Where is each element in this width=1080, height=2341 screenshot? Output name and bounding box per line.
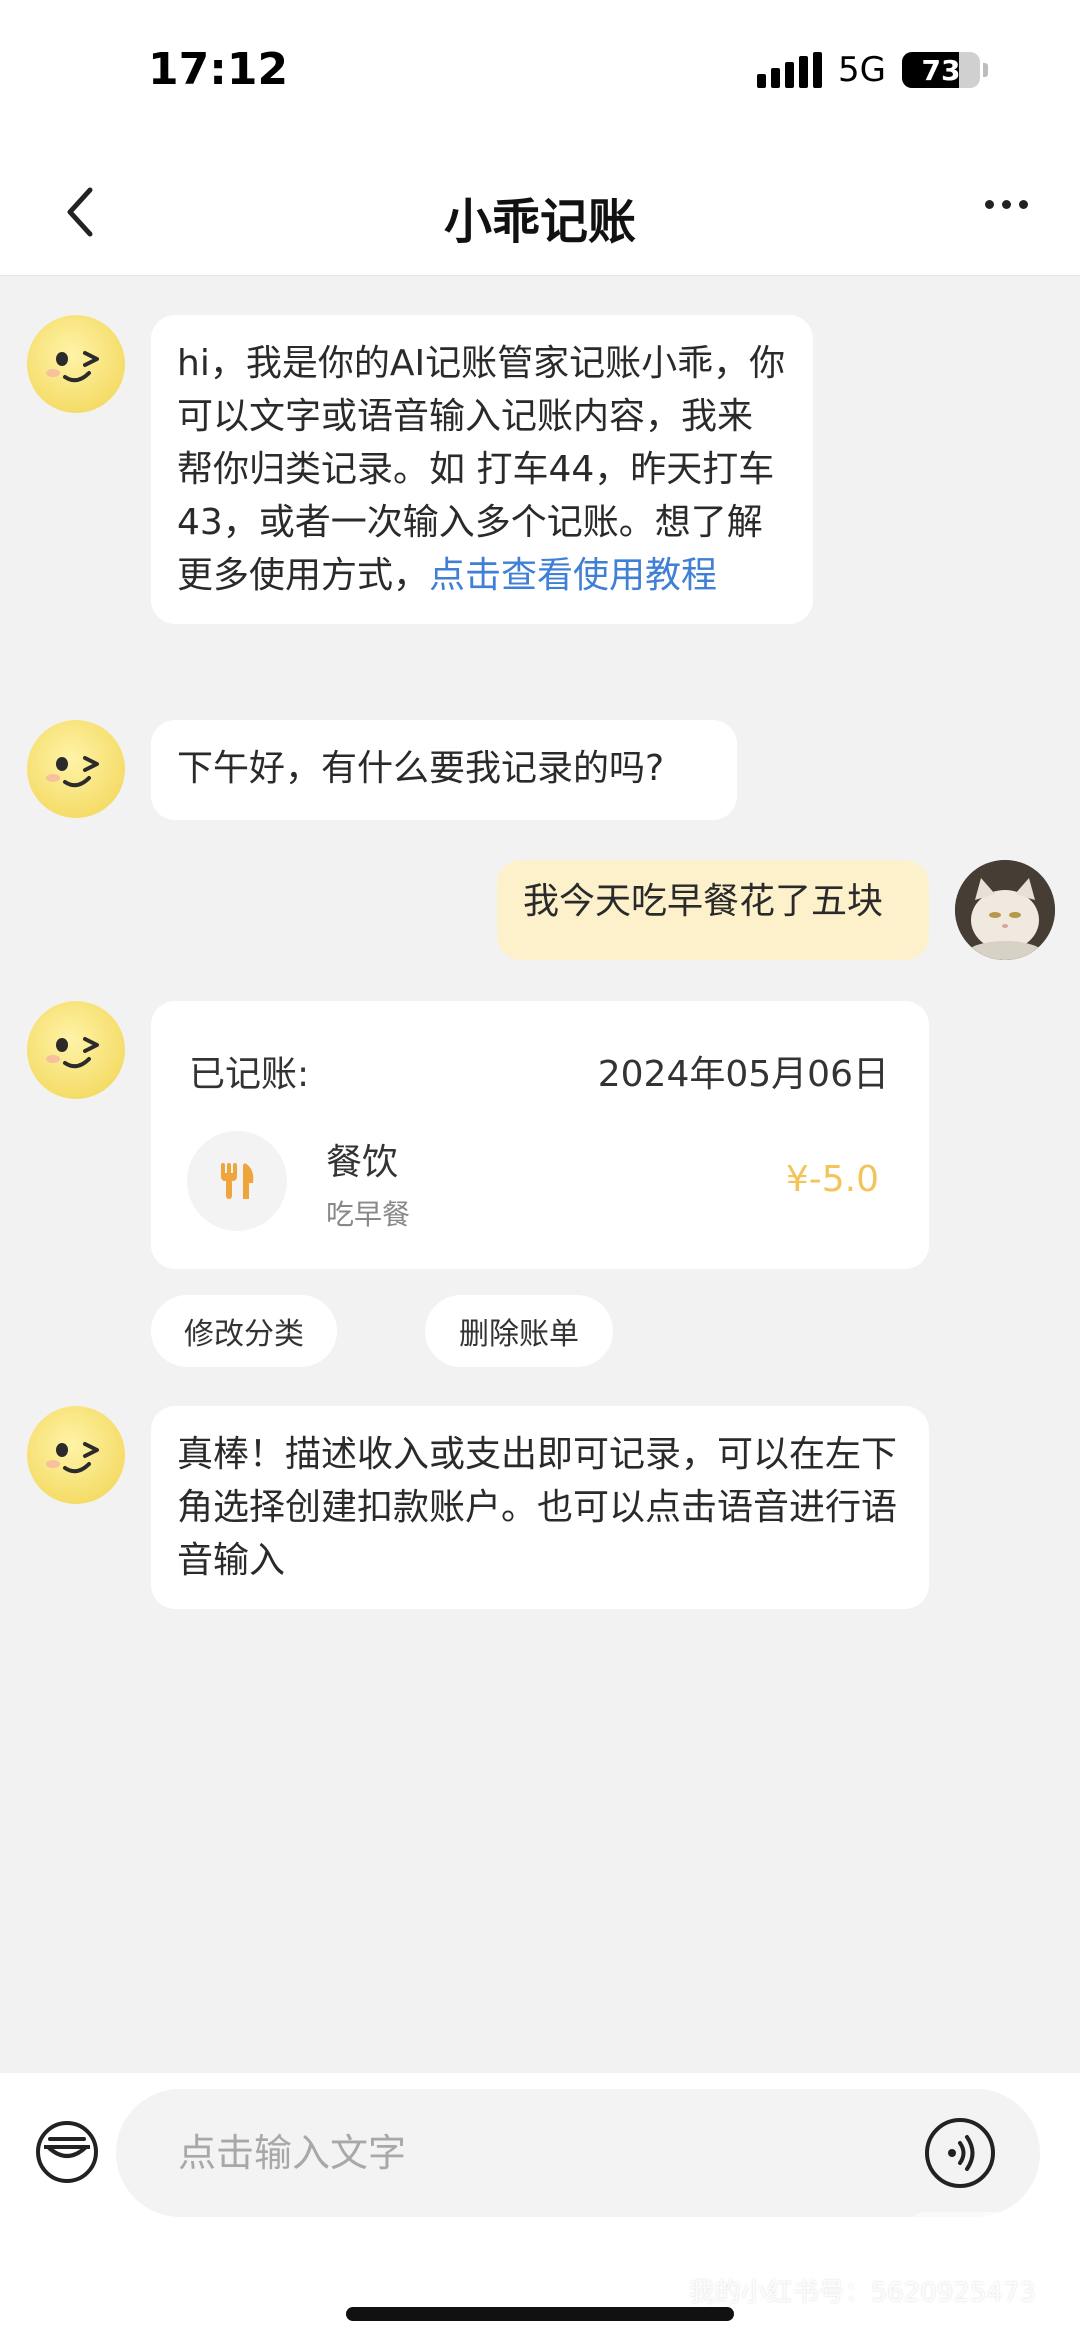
wallet-button[interactable] (34, 2119, 100, 2185)
edit-category-button[interactable]: 修改分类 (151, 1295, 337, 1367)
bot-avatar (27, 315, 125, 413)
record-amount: ¥-5.0 (785, 1159, 879, 1200)
bot-avatar (27, 1001, 125, 1099)
wink-face-icon (46, 351, 99, 383)
wallet-icon (36, 2121, 98, 2183)
page-title: 小乖记账 (443, 194, 636, 250)
category-name: 餐饮 (326, 1142, 399, 1183)
more-dots-icon (985, 200, 994, 209)
watermark-logo: 小红书 (910, 2212, 1018, 2264)
top-bar: 17:12 5G 73 小乖记账 (0, 0, 1080, 276)
greeting-text: 下午好，有什么要我记录的吗? (177, 748, 665, 789)
text-input[interactable] (178, 2117, 878, 2189)
signal-icon (757, 52, 823, 88)
record-label: 已记账: (189, 1054, 310, 1095)
user-message-text: 我今天吃早餐花了五块 (523, 881, 884, 922)
tip-text: 真棒！描述收入或支出即可记录，可以在左下角选择创建扣款账户。也可以点击语音进行语… (177, 1434, 898, 1581)
network-label: 5G (838, 50, 886, 90)
record-card[interactable]: 已记账: 2024年05月06日 餐饮 吃早餐 ¥-5.0 (151, 1001, 929, 1269)
cat-avatar-icon (955, 860, 1055, 960)
record-date: 2024年05月06日 (597, 1054, 889, 1095)
record-note: 吃早餐 (326, 1198, 411, 1231)
status-time: 17:12 (148, 44, 289, 95)
status-indicators: 5G 73 (757, 50, 988, 90)
bot-avatar (27, 720, 125, 818)
greeting-bubble: 下午好，有什么要我记录的吗? (151, 720, 737, 820)
bot-avatar (27, 1406, 125, 1504)
text-input-box[interactable] (116, 2089, 1040, 2217)
more-button[interactable] (985, 200, 1028, 209)
wink-face-icon (46, 1037, 99, 1069)
wink-face-icon (46, 756, 99, 788)
user-bubble: 我今天吃早餐花了五块 (497, 860, 929, 960)
voice-icon (925, 2118, 995, 2188)
tip-bubble: 真棒！描述收入或支出即可记录，可以在左下角选择创建扣款账户。也可以点击语音进行语… (151, 1406, 929, 1609)
fork-knife-icon (221, 1163, 254, 1199)
battery-icon: 73 (902, 52, 980, 88)
user-avatar (955, 860, 1055, 960)
home-indicator (346, 2307, 734, 2321)
voice-button[interactable] (922, 2115, 998, 2191)
wink-face-icon (46, 1442, 99, 1474)
welcome-bubble: hi，我是你的AI记账管家记账小乖，你可以文字或语音输入记账内容，我来帮你归类记… (151, 315, 813, 624)
watermark-text: 我的小红书号：5620925473 (688, 2278, 1036, 2308)
battery-level: 73 (921, 53, 961, 87)
tutorial-link[interactable]: 点击查看使用教程 (429, 555, 717, 596)
delete-bill-button[interactable]: 删除账单 (425, 1295, 613, 1367)
category-icon-wrap (187, 1131, 287, 1231)
